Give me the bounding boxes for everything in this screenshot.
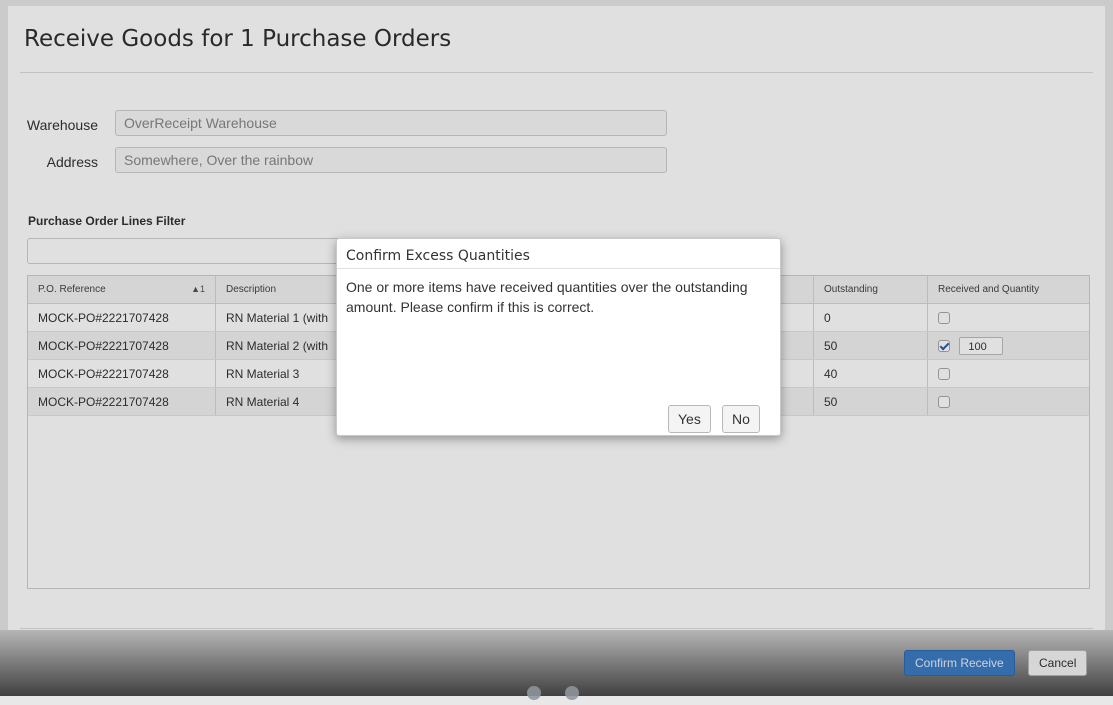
dialog-message: One or more items have received quantiti… bbox=[346, 279, 748, 315]
confirm-excess-dialog: Confirm Excess Quantities One or more it… bbox=[336, 238, 781, 436]
dialog-divider bbox=[337, 268, 780, 269]
dialog-title: Confirm Excess Quantities bbox=[346, 248, 530, 264]
yes-button[interactable]: Yes bbox=[668, 405, 711, 433]
no-button[interactable]: No bbox=[722, 405, 760, 433]
